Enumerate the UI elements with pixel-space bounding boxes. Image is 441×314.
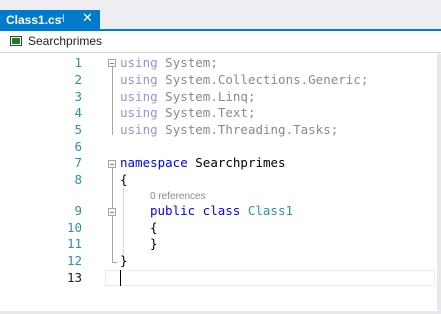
code-line: namespace Searchprimes: [120, 155, 286, 170]
close-icon[interactable]: ✕: [82, 11, 93, 26]
code-line: using System.Text;: [120, 105, 256, 120]
line-number: 7: [74, 155, 82, 170]
document-tab-strip: Class1.cs ⊣ ✕: [0, 0, 441, 31]
current-line-highlight: [105, 270, 435, 286]
outline-line: [112, 216, 113, 245]
line-number: 8: [74, 172, 82, 187]
code-line: }: [150, 236, 158, 251]
line-number: 3: [74, 89, 82, 104]
outline-line: [112, 67, 113, 135]
line-number: 1: [74, 55, 82, 70]
code-line: using System.Threading.Tasks;: [120, 122, 339, 137]
code-line: }: [120, 253, 128, 268]
line-number: 2: [74, 72, 82, 87]
code-line: {: [150, 220, 158, 235]
project-dropdown-label: Searchprimes: [28, 34, 103, 48]
code-line: using System.Linq;: [120, 89, 256, 104]
line-number: 12: [66, 253, 82, 268]
line-number: 6: [74, 139, 82, 154]
line-number: 4: [74, 105, 82, 120]
vertical-scrollbar[interactable]: [437, 54, 441, 312]
collapse-icon[interactable]: [108, 208, 116, 216]
collapse-icon[interactable]: [108, 59, 116, 67]
line-number: 9: [74, 203, 82, 218]
code-line: using System.Collections.Generic;: [120, 72, 369, 87]
line-number: 11: [66, 236, 82, 251]
indent-guide: [123, 188, 124, 260]
outline-line-end: [112, 262, 117, 263]
navigation-bar[interactable]: Searchprimes: [0, 31, 441, 53]
tab-class1-cs[interactable]: Class1.cs ⊣ ✕: [0, 10, 100, 31]
csharp-class-icon: [10, 36, 22, 46]
codelens-references[interactable]: 0 references: [150, 190, 206, 204]
code-line: using System;: [120, 55, 218, 70]
code-editor[interactable]: 1 2 3 4 5 6 7 8 9 10 11 12 13 using Syst…: [0, 54, 441, 314]
code-line: {: [120, 172, 128, 187]
line-number: 5: [74, 122, 82, 137]
collapse-icon[interactable]: [108, 160, 116, 168]
line-number: 10: [66, 220, 82, 235]
tab-title: Class1.cs: [6, 13, 62, 27]
text-caret: [120, 270, 121, 286]
line-number-current: 13: [66, 270, 82, 285]
pin-icon[interactable]: ⊣: [55, 12, 65, 25]
code-line: public class Class1: [150, 203, 293, 218]
